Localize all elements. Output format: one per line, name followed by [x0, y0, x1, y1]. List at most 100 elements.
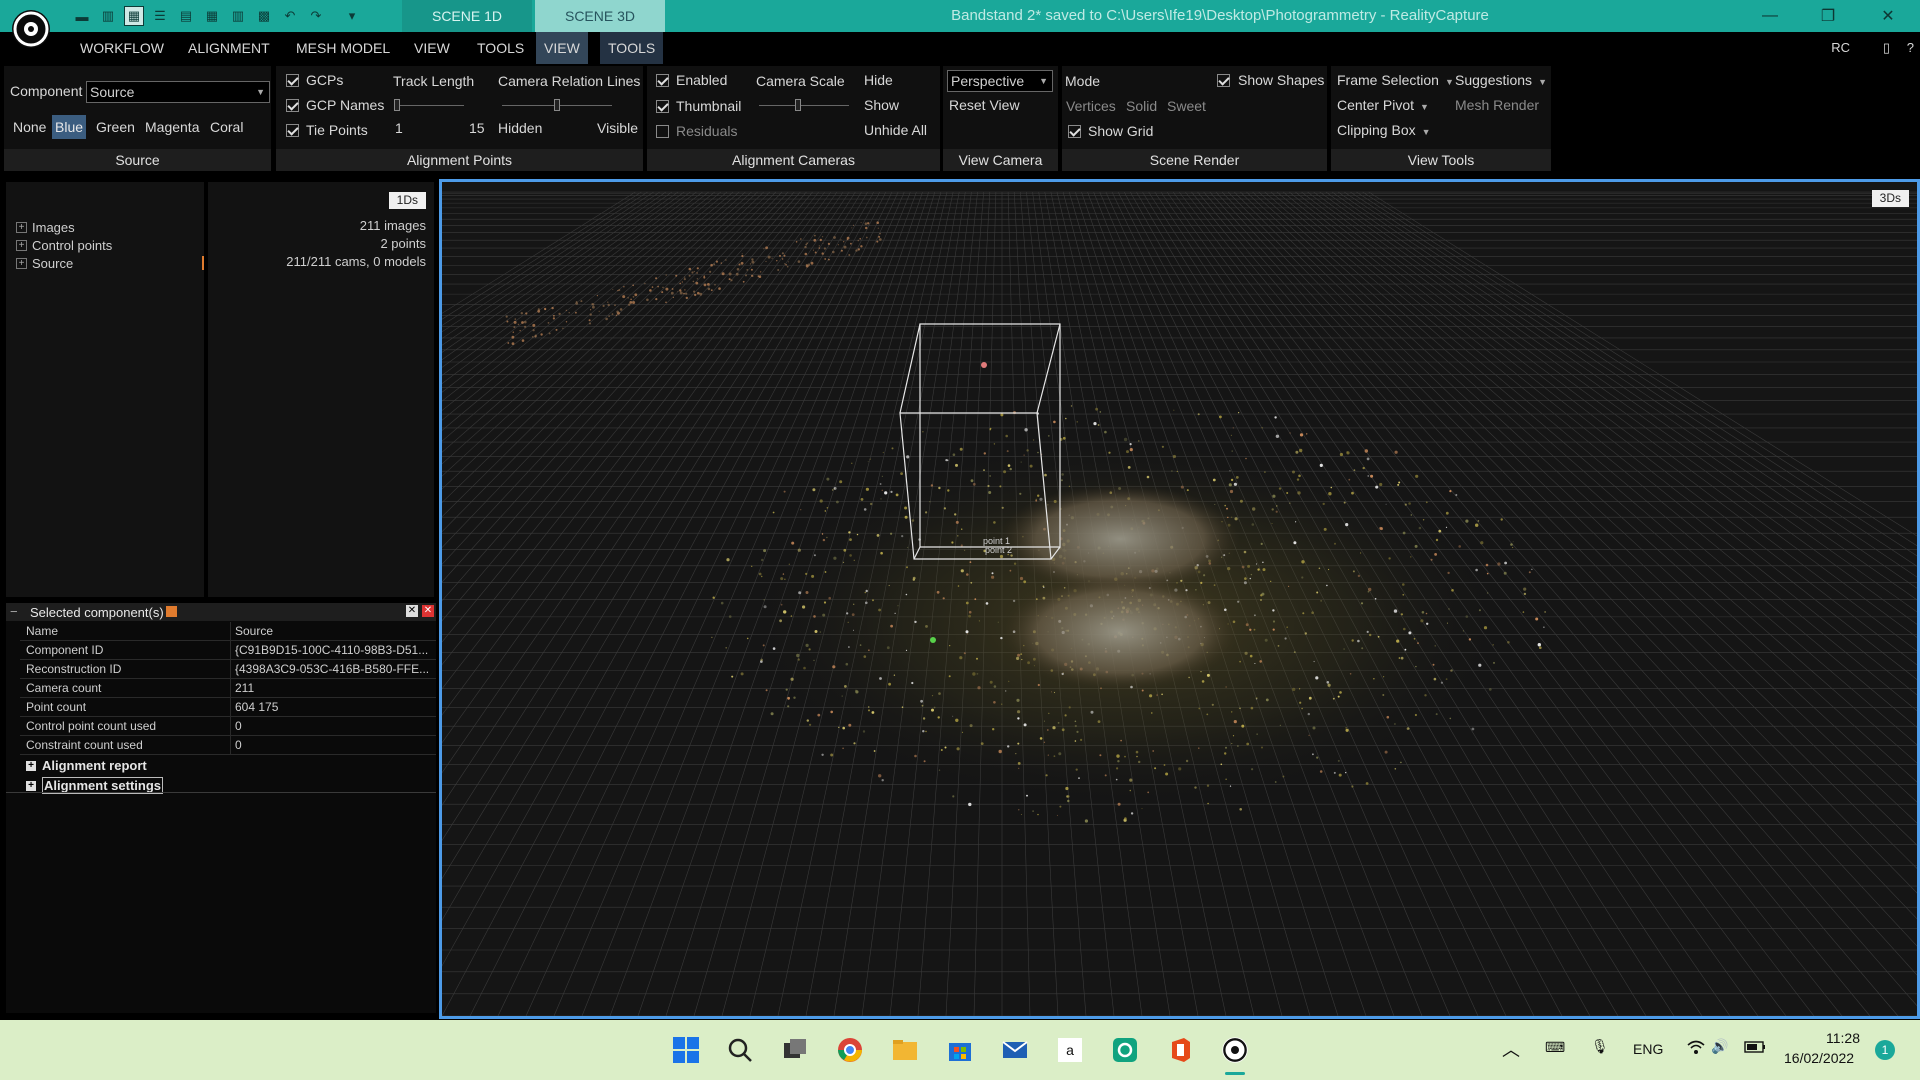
office-icon[interactable]: [1164, 1034, 1196, 1066]
chevron-up-icon[interactable]: ︿: [1502, 1036, 1520, 1062]
wifi-icon[interactable]: [1686, 1038, 1706, 1059]
battery-icon[interactable]: [1744, 1040, 1766, 1056]
tab-scene-3d[interactable]: SCENE 3D: [535, 0, 665, 32]
layout-1-icon[interactable]: ▬: [72, 6, 92, 26]
task-view-icon[interactable]: [779, 1034, 811, 1066]
rc-label[interactable]: RC: [1831, 40, 1850, 55]
menu-view[interactable]: VIEW: [406, 32, 458, 64]
frame-selection-button[interactable]: Frame Selection ▼: [1337, 72, 1454, 88]
thumbnail-checkbox[interactable]: [656, 100, 669, 113]
show-button[interactable]: Show: [864, 97, 899, 113]
expand-icon[interactable]: +: [16, 239, 27, 251]
track-length-slider[interactable]: [394, 99, 464, 111]
expand-icon[interactable]: +: [26, 780, 36, 791]
slider-thumb[interactable]: [394, 99, 400, 111]
redo-icon[interactable]: ↷: [306, 6, 326, 26]
mode-sweet[interactable]: Sweet: [1167, 98, 1206, 114]
tree-item-label: Control points: [32, 237, 113, 253]
component-select[interactable]: Source ▼: [86, 81, 270, 103]
notification-badge[interactable]: 1: [1875, 1040, 1895, 1060]
enabled-checkbox[interactable]: [656, 74, 669, 87]
color-none[interactable]: None: [10, 115, 49, 139]
windows-start-icon[interactable]: [670, 1034, 702, 1066]
tab-scene-1d[interactable]: SCENE 1D: [402, 0, 532, 32]
tree-item-control-points[interactable]: + Control points: [16, 236, 112, 254]
unhide-all-button[interactable]: Unhide All: [864, 122, 927, 138]
show-shapes-checkbox[interactable]: [1217, 74, 1230, 87]
mode-vertices[interactable]: Vertices: [1066, 98, 1116, 114]
slider-thumb[interactable]: [554, 99, 560, 111]
expand-icon[interactable]: +: [16, 221, 27, 233]
tie-points-checkbox[interactable]: [286, 124, 299, 137]
reset-view-button[interactable]: Reset View: [949, 97, 1020, 113]
panel-3ds-badge[interactable]: 3Ds: [1871, 190, 1909, 207]
gcp-marker[interactable]: [981, 362, 987, 368]
layout-4-icon[interactable]: ☰: [150, 6, 170, 26]
gcps-checkbox[interactable]: [286, 74, 299, 87]
layout-7-icon[interactable]: ▥: [228, 6, 248, 26]
microphone-icon[interactable]: 🎙: [1591, 1038, 1609, 1055]
center-pivot-button[interactable]: Center Pivot ▼: [1337, 97, 1429, 113]
scene-3d-viewport[interactable]: point 1 point 2 3Ds: [439, 179, 1920, 1019]
clock-date[interactable]: 16/02/2022: [1784, 1050, 1854, 1066]
layout-8-icon[interactable]: ▩: [254, 6, 274, 26]
menu-mesh-model[interactable]: MESH MODEL: [288, 32, 398, 64]
pin-icon[interactable]: ✕: [406, 605, 418, 617]
menu-alignment[interactable]: ALIGNMENT: [180, 32, 278, 64]
projection-select[interactable]: Perspective ▼: [947, 70, 1053, 92]
tree-item-source[interactable]: + Source: [16, 254, 73, 272]
clock-time[interactable]: 11:28: [1826, 1030, 1860, 1046]
show-grid-checkbox[interactable]: [1068, 125, 1081, 138]
document-icon[interactable]: ▯: [1883, 40, 1890, 56]
section-alignment-report[interactable]: + Alignment report: [26, 758, 147, 773]
volume-icon[interactable]: 🔊: [1711, 1038, 1728, 1055]
app-teal-icon[interactable]: [1109, 1034, 1141, 1066]
relation-lines-slider[interactable]: [502, 99, 612, 111]
clipping-box-button[interactable]: Clipping Box ▼: [1337, 122, 1431, 138]
panel-1ds-badge[interactable]: 1Ds: [388, 192, 426, 209]
restore-icon[interactable]: ❐: [1800, 0, 1856, 32]
chrome-icon[interactable]: [834, 1034, 866, 1066]
tree-item-images[interactable]: + Images: [16, 218, 75, 236]
layout-2-icon[interactable]: ▥: [98, 6, 118, 26]
language-indicator[interactable]: ENG: [1633, 1041, 1663, 1057]
hide-button[interactable]: Hide: [864, 72, 893, 88]
color-green[interactable]: Green: [93, 115, 138, 139]
menu-scene-tools[interactable]: TOOLS: [600, 32, 664, 64]
gcp-names-checkbox[interactable]: [286, 99, 299, 112]
slider-thumb[interactable]: [795, 99, 801, 111]
residuals-checkbox[interactable]: [656, 125, 669, 138]
expand-icon[interactable]: +: [26, 760, 36, 771]
mode-solid[interactable]: Solid: [1126, 98, 1157, 114]
customize-dropdown-icon[interactable]: ▾: [342, 6, 362, 26]
layout-6-icon[interactable]: ▦: [202, 6, 222, 26]
file-explorer-icon[interactable]: [889, 1034, 921, 1066]
collapse-icon[interactable]: −: [10, 604, 18, 619]
expand-icon[interactable]: +: [16, 257, 27, 269]
microsoft-store-icon[interactable]: [944, 1034, 976, 1066]
color-coral[interactable]: Coral: [207, 115, 246, 139]
menu-tools[interactable]: TOOLS: [469, 32, 532, 64]
color-magenta[interactable]: Magenta: [142, 115, 202, 139]
camera-marker[interactable]: [930, 637, 936, 643]
realitycapture-taskbar-icon[interactable]: [1219, 1034, 1251, 1066]
minimize-icon[interactable]: —: [1742, 0, 1798, 32]
component-value: Source: [90, 84, 135, 100]
suggestions-button[interactable]: Suggestions ▼: [1455, 72, 1547, 88]
layout-3-icon[interactable]: ▦: [124, 6, 144, 26]
close-icon[interactable]: ✕: [422, 605, 434, 617]
layout-5-icon[interactable]: ▤: [176, 6, 196, 26]
menu-scene-view[interactable]: VIEW: [536, 32, 588, 64]
mesh-render-button[interactable]: Mesh Render: [1455, 97, 1539, 113]
help-icon[interactable]: ?: [1907, 40, 1914, 55]
menu-workflow[interactable]: WORKFLOW: [72, 32, 172, 64]
amazon-icon[interactable]: a: [1054, 1034, 1086, 1066]
color-blue[interactable]: Blue: [52, 115, 87, 139]
keyboard-icon[interactable]: ⌨: [1545, 1039, 1565, 1056]
camera-scale-slider[interactable]: [759, 99, 849, 111]
undo-icon[interactable]: ↶: [280, 6, 300, 26]
app-logo-icon[interactable]: [10, 8, 52, 50]
close-icon[interactable]: ✕: [1860, 0, 1916, 32]
mail-icon[interactable]: [999, 1034, 1031, 1066]
search-icon[interactable]: [724, 1034, 756, 1066]
